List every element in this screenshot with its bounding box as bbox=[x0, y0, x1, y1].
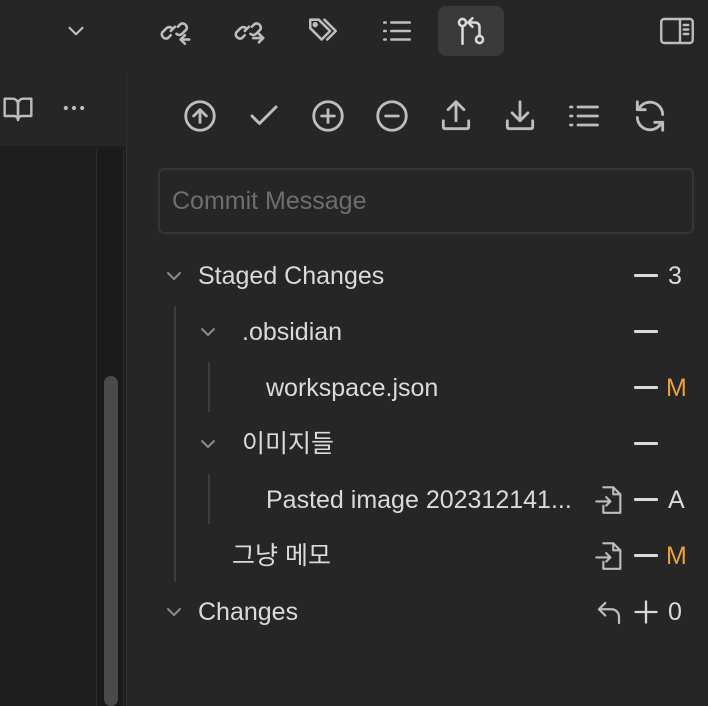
changes-count: 0 bbox=[668, 598, 682, 626]
chevron-down-icon[interactable] bbox=[162, 600, 186, 624]
open-file-icon[interactable] bbox=[592, 482, 626, 518]
status-badge: M bbox=[666, 374, 687, 402]
list-view-icon[interactable] bbox=[560, 92, 608, 140]
file-name[interactable]: workspace.json bbox=[266, 373, 438, 403]
git-compare-icon[interactable] bbox=[438, 6, 504, 56]
unstage-file-icon[interactable] bbox=[634, 554, 658, 557]
unstage-file-icon[interactable] bbox=[634, 498, 658, 501]
left-pane-header bbox=[0, 72, 127, 146]
list-icon[interactable] bbox=[364, 6, 430, 56]
tree-guide bbox=[174, 306, 176, 582]
chevron-down-icon[interactable] bbox=[196, 320, 220, 344]
tree-guide bbox=[208, 474, 210, 524]
stage-all-plus-icon[interactable] bbox=[304, 92, 352, 140]
chevron-down-icon[interactable] bbox=[162, 264, 186, 288]
status-badge: M bbox=[666, 542, 687, 570]
discard-all-icon[interactable] bbox=[594, 598, 624, 628]
stage-all-icon[interactable] bbox=[632, 598, 660, 626]
unstage-folder-icon[interactable] bbox=[634, 330, 658, 333]
commit-message-input[interactable] bbox=[158, 168, 694, 234]
status-badge: A bbox=[668, 486, 685, 514]
folder-name[interactable]: .obsidian bbox=[242, 317, 342, 347]
link-forward-icon[interactable] bbox=[216, 6, 282, 56]
link-back-icon[interactable] bbox=[142, 6, 208, 56]
scrollbar-thumb[interactable] bbox=[104, 376, 118, 706]
folder-name[interactable]: 이미지들 bbox=[242, 429, 334, 459]
push-upload-icon[interactable] bbox=[432, 92, 480, 140]
chevron-down-icon[interactable] bbox=[43, 6, 109, 56]
push-arrow-up-icon[interactable] bbox=[176, 92, 224, 140]
unstage-all-icon[interactable] bbox=[634, 274, 658, 277]
pull-download-icon[interactable] bbox=[496, 92, 544, 140]
commit-check-icon[interactable] bbox=[240, 92, 288, 140]
file-name[interactable]: Pasted image 202312141... bbox=[266, 485, 572, 515]
tree-guide bbox=[208, 362, 210, 412]
open-file-icon[interactable] bbox=[592, 538, 626, 574]
unstage-all-minus-icon[interactable] bbox=[368, 92, 416, 140]
unstage-file-icon[interactable] bbox=[634, 386, 658, 389]
top-toolbar bbox=[0, 0, 708, 72]
more-horizontal-icon[interactable] bbox=[60, 94, 88, 122]
staged-changes-label[interactable]: Staged Changes bbox=[198, 261, 384, 291]
refresh-icon[interactable] bbox=[626, 92, 674, 140]
chevron-down-icon[interactable] bbox=[196, 432, 220, 456]
staged-count: 3 bbox=[668, 262, 682, 290]
tags-icon[interactable] bbox=[290, 6, 356, 56]
unstage-folder-icon[interactable] bbox=[634, 442, 658, 445]
file-name[interactable]: 그냥 메모 bbox=[232, 541, 331, 571]
sidebar-toggle-icon[interactable] bbox=[646, 6, 708, 56]
changes-label[interactable]: Changes bbox=[198, 597, 298, 627]
book-open-icon[interactable] bbox=[2, 94, 34, 122]
